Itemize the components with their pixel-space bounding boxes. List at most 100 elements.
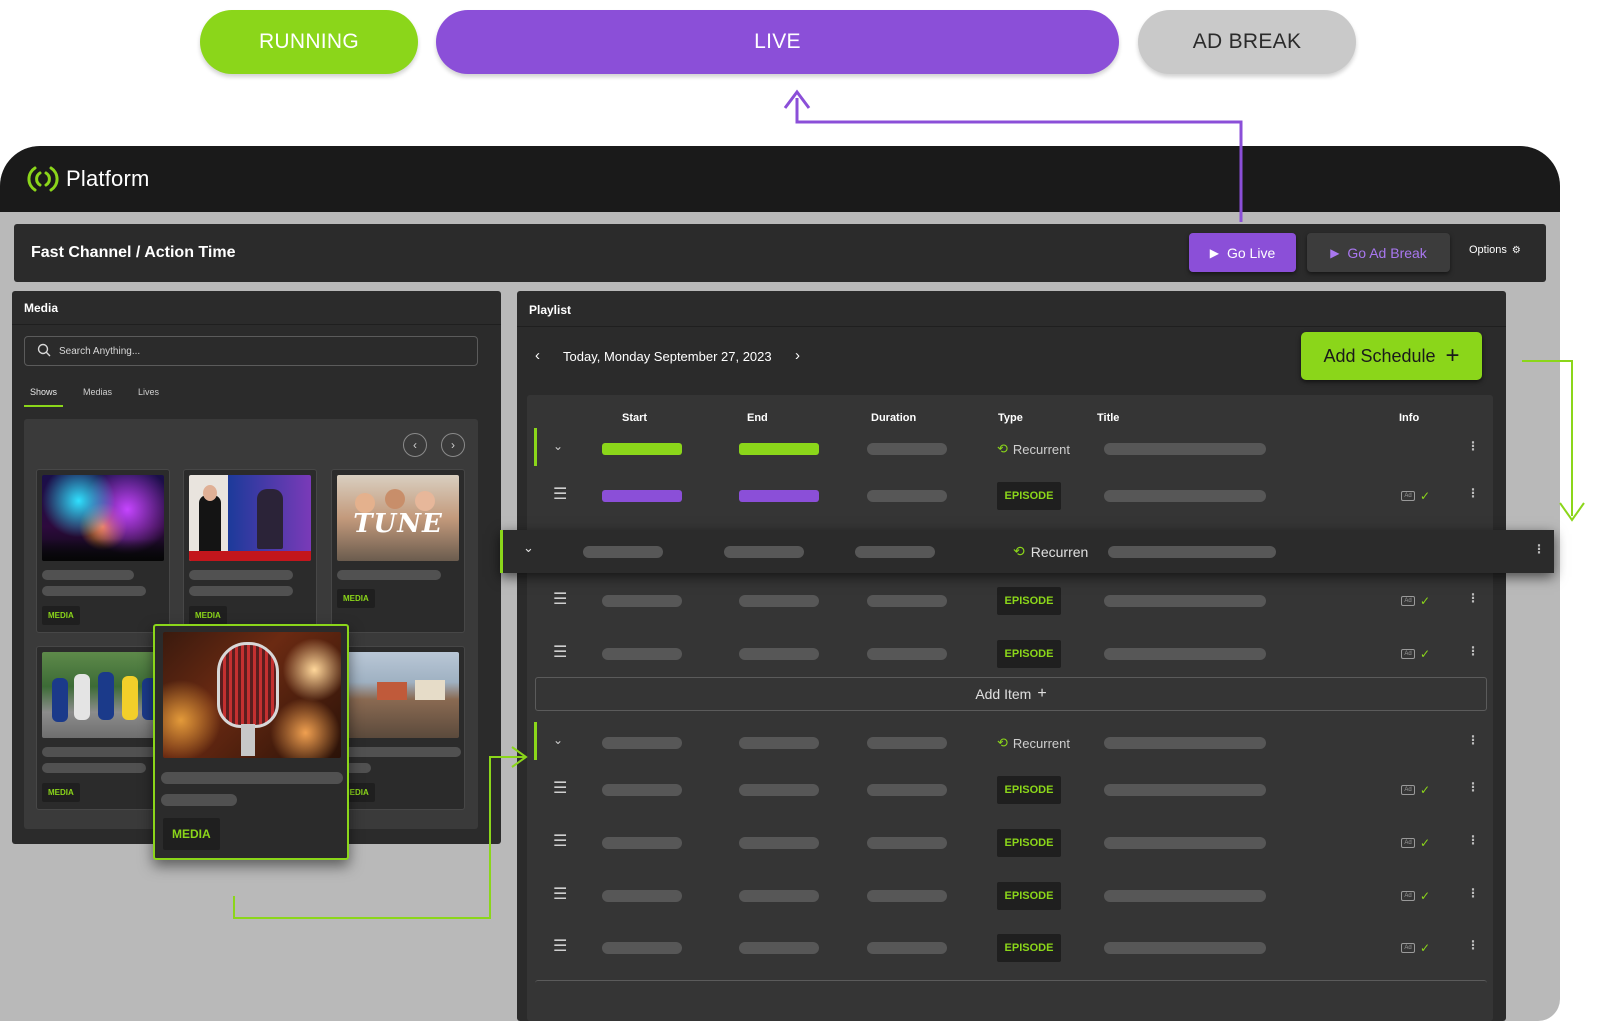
running-label: RUNNING [258,30,360,53]
media-card[interactable]: MEDIA [36,469,170,633]
chevron-down-icon[interactable]: ⌄ [553,439,563,453]
row-marker [534,722,537,760]
info-cell: Ad ✓ [1401,941,1430,955]
ad-break-label: AD BREAK [1192,30,1302,53]
kebab-icon[interactable]: ⋮ [1467,780,1479,794]
end-bar [739,490,819,502]
media-card[interactable]: MEDIA [331,646,465,810]
table-row[interactable]: ☰ EPISODE Ad ✓ ⋮ [527,575,1493,627]
duration-bar [855,546,935,558]
options-button[interactable]: Options ⚙ [1469,244,1521,256]
add-item-button[interactable]: Add Item + [535,677,1487,711]
kebab-icon[interactable]: ⋮ [1467,439,1479,453]
media-badge: MEDIA [42,606,80,625]
media-card[interactable]: MEDIA [36,646,170,810]
chevron-down-icon[interactable]: ⌄ [553,733,563,747]
kebab-icon[interactable]: ⋮ [1467,486,1479,500]
table-row[interactable]: ⌄ ⟲ Recurrent ⋮ [527,717,1493,769]
plus-icon: + [1445,342,1460,369]
ad-icon: Ad [1401,596,1415,606]
media-card[interactable]: MEDIA [183,469,317,633]
check-icon: ✓ [1420,889,1431,903]
ad-icon: Ad [1401,649,1415,659]
media-thumbnail [189,475,311,561]
go-ad-break-button[interactable]: ▶ Go Ad Break [1307,233,1450,272]
drag-handle-icon[interactable]: ☰ [553,484,567,504]
chevron-left-icon[interactable]: ‹ [535,347,540,364]
dragged-recurrent-row[interactable]: ⌄ ⟲ Recurren ⋮ [500,530,1554,573]
playlist-table: Start End Duration Type Title Info ⌄ ⟲ R… [527,395,1493,1021]
kebab-icon[interactable]: ⋮ [1467,591,1479,605]
channel-bar: Fast Channel / Action Time ▶ Go Live ▶ G… [14,224,1546,282]
table-row[interactable]: ☰ EPISODE Ad ✓ ⋮ [527,922,1493,974]
kebab-icon[interactable]: ⋮ [1467,886,1479,900]
table-row[interactable]: ☰ EPISODE Ad ✓ ⋮ [527,817,1493,869]
media-badge: MEDIA [337,589,375,608]
duration-bar [867,837,947,849]
table-row[interactable]: ☰ EPISODE Ad ✓ ⋮ [527,470,1493,522]
top-bar: Platform [0,146,1560,212]
drag-handle-icon[interactable]: ☰ [553,884,567,904]
end-bar [739,942,819,954]
chevron-left-icon[interactable]: ‹ [403,433,427,457]
start-bar [583,546,663,558]
search-input[interactable]: Search Anything... [24,336,478,366]
table-row[interactable]: ⌄ ⟲ Recurrent ⋮ [527,423,1493,475]
tab-lives[interactable]: Lives [132,383,165,407]
title-bar [1104,837,1266,849]
kebab-icon[interactable]: ⋮ [1467,833,1479,847]
kebab-icon[interactable]: ⋮ [1467,644,1479,658]
go-live-button[interactable]: ▶ Go Live [1189,233,1296,272]
chevron-down-icon[interactable]: ⌄ [523,540,534,556]
chevron-right-icon[interactable]: › [795,347,800,364]
tab-medias[interactable]: Medias [77,383,118,407]
start-bar [602,890,682,902]
search-icon [37,343,51,360]
duration-bar [867,595,947,607]
check-icon: ✓ [1420,489,1431,503]
title-bar [1104,784,1266,796]
check-icon: ✓ [1420,836,1431,850]
gear-icon: ⚙ [1511,244,1521,256]
start-bar [602,648,682,660]
start-bar [602,443,682,455]
add-schedule-button[interactable]: Add Schedule + [1301,332,1482,380]
table-row[interactable]: ☰ EPISODE Ad ✓ ⋮ [527,764,1493,816]
recurrent-icon: ⟲ [997,735,1008,750]
drag-handle-icon[interactable]: ☰ [553,936,567,956]
info-cell: Ad ✓ [1401,783,1430,797]
duration-bar [867,648,947,660]
duration-bar [867,490,947,502]
live-state-pill[interactable]: LIVE [436,10,1119,74]
recurrent-label: Recurrent [1012,735,1070,751]
ad-break-state-pill[interactable]: AD BREAK [1138,10,1356,74]
title-bar [1104,443,1266,455]
drag-handle-icon[interactable]: ☰ [553,642,567,662]
running-state-pill[interactable]: RUNNING [200,10,418,74]
kebab-icon[interactable]: ⋮ [1533,542,1545,556]
media-card[interactable]: TUNE MEDIA [331,469,465,633]
media-thumbnail [42,652,164,738]
play-icon: ▶ [1209,245,1219,260]
app-window: Platform Fast Channel / Action Time ▶ Go… [0,146,1560,1021]
media-thumbnail: TUNE [337,475,459,561]
duration-bar [867,784,947,796]
table-row[interactable]: ☰ EPISODE Ad ✓ ⋮ [527,870,1493,922]
recurrent-type: ⟲ Recurren [1013,543,1088,560]
start-bar [602,490,682,502]
duration-bar [867,890,947,902]
end-bar [739,837,819,849]
drag-handle-icon[interactable]: ☰ [553,778,567,798]
duration-bar [867,737,947,749]
drag-handle-icon[interactable]: ☰ [553,831,567,851]
chevron-right-icon[interactable]: › [441,433,465,457]
recurrent-icon: ⟲ [997,441,1008,456]
dragged-media-card[interactable]: MEDIA [153,624,349,860]
drag-handle-icon[interactable]: ☰ [553,589,567,609]
recurrent-icon: ⟲ [1013,543,1025,559]
kebab-icon[interactable]: ⋮ [1467,938,1479,952]
tab-shows[interactable]: Shows [24,383,64,407]
channel-title: Fast Channel / Action Time [31,244,236,261]
table-row[interactable]: ☰ EPISODE Ad ✓ ⋮ [527,628,1493,680]
kebab-icon[interactable]: ⋮ [1467,733,1479,747]
